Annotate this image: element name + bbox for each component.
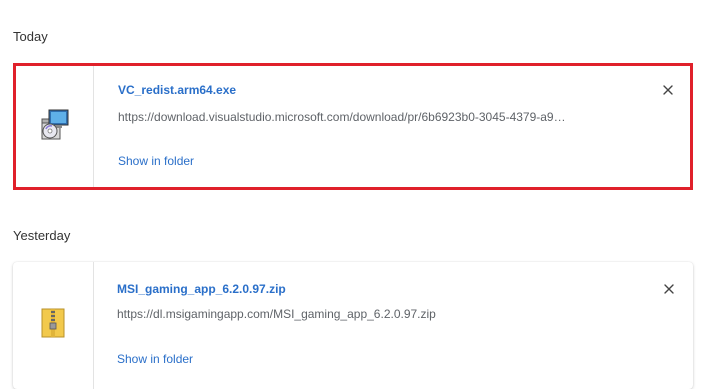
- remove-download-button[interactable]: [661, 282, 677, 298]
- download-item-card: MSI_gaming_app_6.2.0.97.zip https://dl.m…: [13, 262, 693, 389]
- download-filename-link[interactable]: VC_redist.arm64.exe: [118, 83, 236, 97]
- section-heading-today: Today: [13, 29, 48, 44]
- remove-download-button[interactable]: [660, 83, 676, 99]
- close-icon: [663, 82, 673, 100]
- installer-icon: [38, 107, 72, 146]
- file-icon-column: [13, 262, 94, 389]
- show-in-folder-link[interactable]: Show in folder: [118, 154, 194, 168]
- download-item-card: VC_redist.arm64.exe https://download.vis…: [13, 63, 693, 190]
- show-in-folder-link[interactable]: Show in folder: [117, 352, 193, 366]
- download-filename-link[interactable]: MSI_gaming_app_6.2.0.97.zip: [117, 282, 286, 296]
- section-heading-yesterday: Yesterday: [13, 228, 71, 243]
- zip-archive-icon: [40, 307, 66, 344]
- close-icon: [664, 281, 674, 299]
- download-source-url[interactable]: https://dl.msigamingapp.com/MSI_gaming_a…: [117, 307, 617, 321]
- download-source-url[interactable]: https://download.visualstudio.microsoft.…: [118, 110, 618, 124]
- file-icon-column: [16, 66, 94, 187]
